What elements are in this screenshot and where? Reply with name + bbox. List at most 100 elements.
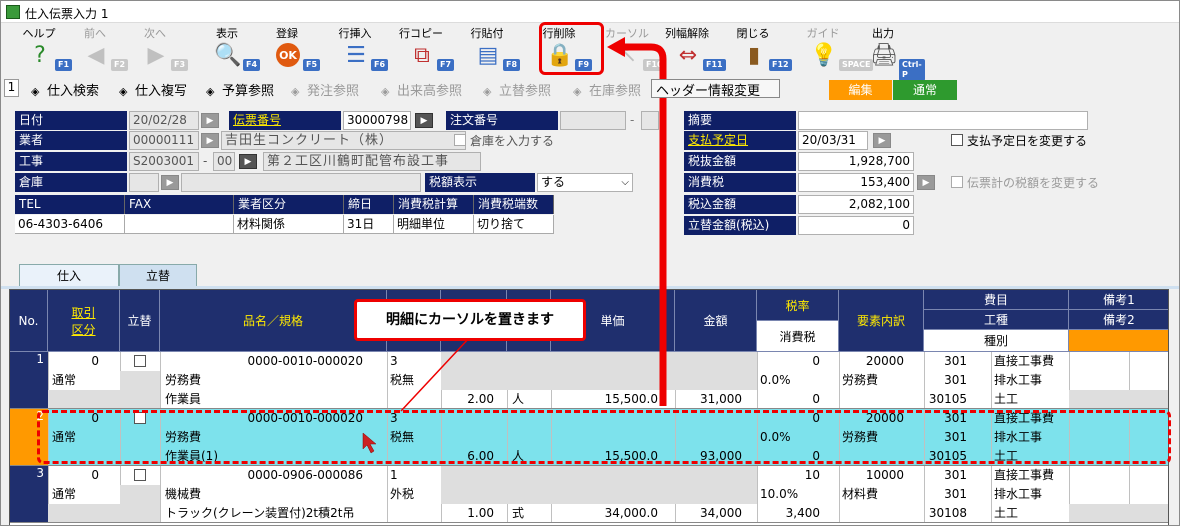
vendor-code-field[interactable]: 00000111 [129, 131, 199, 150]
tatekae-checkbox[interactable] [134, 355, 146, 367]
order-number-label: 注文番号 [446, 111, 558, 130]
gray-cell [120, 485, 160, 523]
paydate-label: 支払予定日 [684, 131, 796, 150]
project-code-field[interactable]: S2003001 [129, 152, 199, 171]
tab-purchase[interactable]: 仕入 [19, 264, 119, 286]
project-sub-field[interactable]: 00 [213, 152, 235, 171]
info-header-5: 消費税端数 [474, 195, 554, 214]
cursor-button[interactable]: カーソル ↖ F10 [605, 23, 666, 77]
row-paste-button[interactable]: 行貼付 ▤ F8 [465, 23, 525, 77]
memo-field[interactable] [798, 111, 1088, 130]
printer-button[interactable]: 出力 🖨 Ctrl-P [861, 23, 925, 81]
warehouse-label: 倉庫 [15, 173, 127, 192]
paydate-change-checkbox[interactable] [951, 134, 963, 146]
arrow-left-button[interactable]: 前へ ◀ F2 [73, 23, 133, 77]
tatekae-checkbox[interactable] [134, 469, 146, 481]
row-insert-button[interactable]: 行挿入 ☰ F6 [333, 23, 393, 77]
arrow-right-button[interactable]: 次へ ▶ F3 [133, 23, 193, 77]
unit: 人 [512, 392, 525, 406]
door-icon: ▮ [747, 42, 761, 68]
sub-advance-button[interactable]: ◈ 立替参照 [483, 80, 551, 99]
tax-amount: 0 [812, 392, 820, 406]
tax-change-checkbox[interactable] [951, 176, 963, 188]
help-icon: ? [34, 42, 46, 68]
cursor-icon: ↖ [618, 42, 638, 68]
grid-header: No. 取引 区分 立替 品名／規格 単価 金額 税率 消費税 要素内訳 費目 工種 種別 備考1 備考2 [10, 290, 1168, 352]
row-copy-icon: ⧉ [414, 42, 430, 68]
gray-cell [675, 466, 757, 504]
gray-cell [48, 390, 120, 409]
title-bar: 仕入伝票入力 1 [1, 1, 1179, 23]
toolbar-label: 閉じる [736, 27, 770, 40]
tax-amount: 3,400 [785, 506, 820, 520]
slip-lookup-icon[interactable]: ▶ [415, 113, 433, 128]
cost-name-1: 直接工事費 [994, 468, 1055, 482]
pretax-field: 1,928,700 [798, 152, 914, 171]
tax-lookup-icon[interactable]: ▶ [917, 175, 935, 190]
warehouse-lookup-icon[interactable]: ▶ [161, 175, 179, 190]
table-row[interactable]: 1 0 通常 0000-0010-000020 労務費 作業員 3 税無 2.00 人 15,500… [10, 352, 1168, 409]
sub-label: 予算参照 [222, 84, 275, 99]
sub-order-button[interactable]: ◈ 発注参照 [291, 80, 359, 99]
memo-label: 摘要 [684, 111, 796, 130]
cost-code-3: 30108 [928, 506, 967, 520]
help-button[interactable]: ヘルプ? F1 [17, 23, 77, 77]
tax-display-label: 税額表示 [425, 173, 535, 192]
fkey-badge: F6 [371, 59, 389, 71]
gray-cell [441, 352, 675, 390]
paydate-picker-icon[interactable]: ▶ [873, 133, 891, 148]
gray-cell [48, 504, 120, 523]
fkey-badge: F2 [111, 59, 129, 71]
date-picker-icon[interactable]: ▶ [201, 113, 219, 128]
selected-row-highlight [37, 410, 1171, 464]
item-spec: トラック(クレーン装置付)2t積2t吊 [165, 506, 355, 520]
sub-search-button[interactable]: ◈ 仕入検索 [31, 80, 99, 99]
col-divider [991, 466, 992, 523]
sub-progress-button[interactable]: ◈ 出来高参照 [381, 80, 462, 99]
project-lookup-icon[interactable]: ▶ [239, 154, 257, 169]
mode-edit-button[interactable]: 編集 [829, 80, 892, 100]
order-number-sub-field[interactable] [641, 111, 659, 130]
table-row[interactable]: 3 0 通常 0000-0906-000086 機械費 トラック(クレーン装置付)2t積2… [10, 466, 1168, 523]
col-zeiritsu: 税率 [757, 290, 839, 321]
warehouse-code-field[interactable] [129, 173, 159, 192]
door-button[interactable]: 閉じる ▮ F12 [731, 23, 792, 77]
magnifier-button[interactable]: 表示 🔍 F4 [205, 23, 265, 77]
warehouse-input-checkbox[interactable] [454, 134, 466, 146]
col-kingaku: 金額 [675, 290, 757, 352]
column-width-button[interactable]: 列幅解除 ⇔ F11 [665, 23, 726, 77]
lightbulb-button[interactable]: ガイド 💡 SPACE [801, 23, 874, 77]
cost-code-2: 301 [944, 373, 967, 387]
ok-button[interactable]: 登録 OK F5 [265, 23, 325, 77]
sub-copy-button[interactable]: ◈ 仕入複写 [119, 80, 187, 99]
order-number-field[interactable] [560, 111, 626, 130]
header-change-button[interactable]: ヘッダー情報変更 [651, 79, 780, 99]
col-himoku: 費目 [924, 290, 1069, 310]
info-header-3: 締日 [344, 195, 394, 214]
sub-budget-button[interactable]: ◈ 予算参照 [206, 80, 274, 99]
mode-normal-button[interactable]: 通常 [893, 80, 957, 100]
toolbar-label: ヘルプ [22, 27, 56, 40]
cost-name-2: 排水工事 [994, 487, 1043, 501]
tax-flag: 外税 [390, 487, 415, 501]
tab-advance[interactable]: 立替 [119, 264, 197, 286]
tax-display-select[interactable]: する ⌵ [537, 173, 633, 192]
col-no: No. [10, 290, 48, 352]
slip-number-field[interactable]: 30000798 [343, 111, 411, 130]
sub-label: 仕入検索 [47, 84, 100, 99]
main-window: 仕入伝票入力 1 ヘルプ? F1 前へ ◀ F2 次へ ▶ F3 表示 🔍 F4 登録 OK F5 行挿入 ☰… [0, 0, 1180, 526]
sub-label: 仕入複写 [135, 84, 188, 99]
fkey-badge: F7 [437, 59, 455, 71]
vendor-lookup-icon[interactable]: ▶ [201, 133, 219, 148]
date-field[interactable]: 20/02/28 [129, 111, 199, 130]
sub-toolbar: 1 ◈ 仕入検索 ◈ 仕入複写 ◈ 予算参照 ◈ 発注参照 ◈ 出来高参照 ◈ 立替参照 ◈ 在庫参照 [1, 78, 1179, 99]
cost-name-3: 土工 [994, 392, 1019, 406]
info-value-2: 材料関係 [234, 215, 344, 234]
sub-stock-button[interactable]: ◈ 在庫参照 [573, 80, 641, 99]
search-icon: ◈ [31, 85, 40, 98]
item-code: 0000-0906-000086 [247, 468, 363, 482]
col-divider [991, 352, 992, 409]
row-copy-button[interactable]: 行コピー ⧉ F7 [399, 23, 459, 77]
paydate-field[interactable]: 20/03/31 [798, 131, 868, 150]
kubun: 通常 [52, 487, 77, 501]
